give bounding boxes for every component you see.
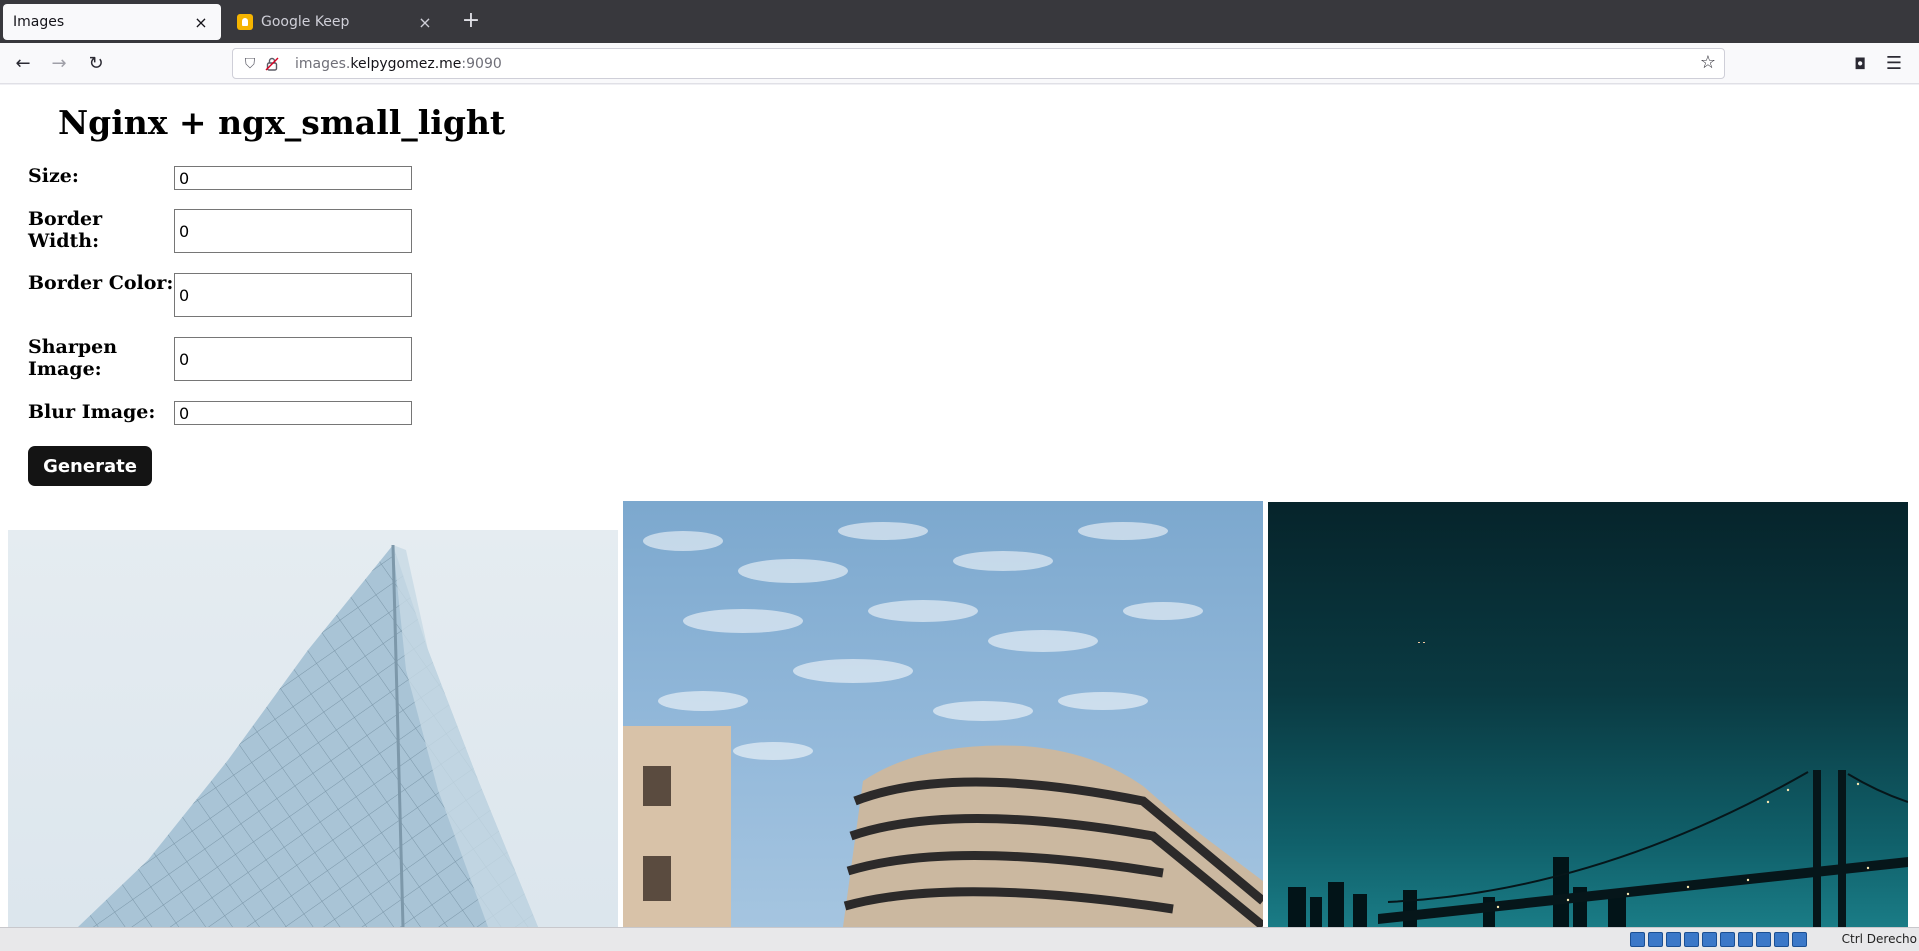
blur-row: Blur Image: [28,401,412,425]
glass-building-image [8,530,618,927]
tab-bar: Images × Google Keep × + [0,0,1919,43]
office-building-image [623,501,1263,927]
close-tab-icon[interactable]: × [191,13,211,32]
sharpen-label: Sharpen Image: [28,336,118,380]
host-status-bar: Ctrl Derecho [0,927,1919,951]
bridge-night-image [1268,502,1908,927]
tab-title: Google Keep [261,14,350,30]
tray-icon [1684,932,1699,947]
forward-button[interactable]: → [45,50,73,78]
new-tab-button[interactable]: + [458,8,484,34]
border-width-label: Border Width: [28,208,103,252]
tab-title: Images [13,14,65,30]
tray-icon [1666,932,1681,947]
status-tray [1630,932,1807,947]
bookmark-star-icon[interactable]: ☆ [1700,52,1716,73]
tray-icon [1738,932,1753,947]
back-button[interactable]: ← [9,50,37,78]
address-bar[interactable]: ⛉ images.kelpygomez.me:9090 ☆ [232,48,1725,79]
host-key-label: Ctrl Derecho [1841,932,1917,946]
size-label: Size: [28,165,79,187]
tray-icon [1792,932,1807,947]
close-tab-icon[interactable]: × [415,13,435,32]
size-input[interactable] [174,166,412,190]
border-color-label: Border Color: [28,272,174,294]
shield-icon[interactable]: ⛉ [239,53,261,75]
lock-icon[interactable] [261,53,283,75]
url-host: kelpygomez.me [350,55,462,72]
url-prefix: images. [295,55,351,72]
google-keep-icon [237,14,253,30]
office-building-illustration [623,522,1263,927]
tab-google-keep[interactable]: Google Keep × [227,4,445,40]
navigation-bar: ← → ↻ ⛉ images.kelpygomez.me:9090 ☆ ◘ ☰ [0,43,1919,84]
menu-icon[interactable]: ☰ [1880,50,1908,78]
reload-button[interactable]: ↻ [82,50,110,78]
page-title: Nginx + ngx_small_light [58,103,506,142]
tray-icon [1702,932,1717,947]
tray-icon [1756,932,1771,947]
url-text: images.kelpygomez.me:9090 [295,56,502,72]
generate-button[interactable]: Generate [28,446,152,486]
tray-icon [1648,932,1663,947]
url-port: :9090 [461,55,502,72]
sharpen-input[interactable] [174,337,412,381]
pocket-icon[interactable]: ◘ [1846,50,1874,78]
blur-input[interactable] [174,401,412,425]
tab-images[interactable]: Images × [3,4,221,40]
size-row: Size: [28,165,412,190]
border-color-input[interactable] [174,273,412,317]
tray-icon [1630,932,1645,947]
blur-label: Blur Image: [28,401,156,423]
page-content: Nginx + ngx_small_light Size: Border Wid… [0,85,1919,927]
tray-icon [1720,932,1735,947]
border-width-row: Border Width: [28,208,412,253]
border-width-input[interactable] [174,209,412,253]
border-color-row: Border Color: [28,272,412,317]
glass-building-illustration [78,544,538,927]
bridge-illustration [1288,642,1908,927]
tray-icon [1774,932,1789,947]
sharpen-row: Sharpen Image: [28,336,412,381]
